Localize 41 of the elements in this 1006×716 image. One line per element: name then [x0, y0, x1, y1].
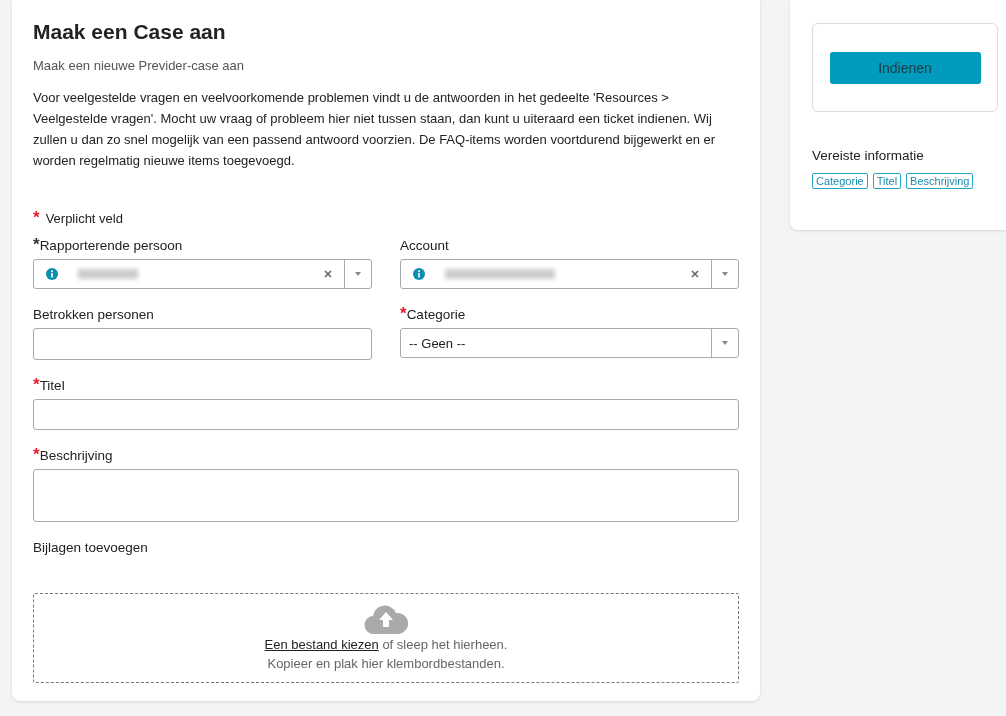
field-label: Beschrijving	[39, 448, 113, 463]
required-note: Verplicht veld	[45, 211, 123, 226]
caret-icon	[722, 341, 728, 345]
clear-icon[interactable]	[324, 270, 332, 278]
attachments-label: Bijlagen toevoegen	[33, 540, 149, 555]
clear-icon[interactable]	[691, 270, 699, 278]
intro-text: Voor veelgestelde vragen en veelvoorkomende problemen vindt u de antwoorden in het gedeelte 'Resources > Veelgestelde vragen'. Mocht uw vraag of probleem hier niet tussen staan, dan kunt u uiteraard een ticket indienen. Wij zullen u dan zo snel mogelijk van een passend antwoord voorzien. De FAQ-items worden voortdurend bijgewerkt en er worden regelmatig nieuwe items toegevoegd.	[33, 89, 717, 170]
caret-icon	[722, 272, 728, 276]
field-label: Betrokken personen	[33, 307, 154, 322]
required-asterisk: *	[33, 238, 40, 251]
dropzone-text: of sleep het hierheen.	[382, 637, 508, 652]
caret-icon	[355, 272, 361, 276]
text-field[interactable]	[33, 328, 372, 360]
required-asterisk: *	[33, 448, 40, 461]
redacted-value	[78, 269, 138, 279]
required-asterisk: *	[400, 307, 407, 320]
text-field[interactable]	[33, 399, 739, 430]
lookup-field[interactable]	[400, 259, 739, 289]
required-info-title: Vereiste informatie	[812, 148, 925, 163]
required-tag: Titel	[872, 173, 902, 189]
page-subtitle: Maak een nieuwe Previder-case aan	[33, 58, 245, 73]
select-value: -- Geen --	[409, 335, 466, 351]
info-icon	[46, 268, 58, 280]
info-icon	[413, 268, 425, 280]
file-dropzone[interactable]: Een bestand kiezen of sleep het hierheen. Kopieer en plak hier klembordbestanden.	[33, 593, 739, 683]
field-label: Account	[400, 238, 449, 253]
submit-button[interactable]: Indienen	[829, 51, 981, 84]
dropzone-hint: Kopieer en plak hier klembordbestanden.	[267, 655, 505, 673]
required-asterisk: *	[33, 211, 40, 224]
select-field[interactable]: -- Geen --	[400, 328, 739, 358]
required-tag: Beschrijving	[906, 173, 974, 189]
lookup-field[interactable]	[33, 259, 372, 289]
page-title: Maak een Case aan	[33, 20, 227, 44]
required-tag: Categorie	[812, 173, 868, 189]
field-label: Rapporterende persoon	[39, 238, 183, 253]
field-label: Titel	[39, 378, 65, 393]
text-area[interactable]	[33, 469, 739, 522]
cloud-upload-icon	[364, 603, 408, 635]
required-asterisk: *	[33, 378, 40, 391]
choose-file-link[interactable]: Een bestand kiezen	[264, 637, 379, 652]
field-label: Categorie	[406, 307, 466, 322]
